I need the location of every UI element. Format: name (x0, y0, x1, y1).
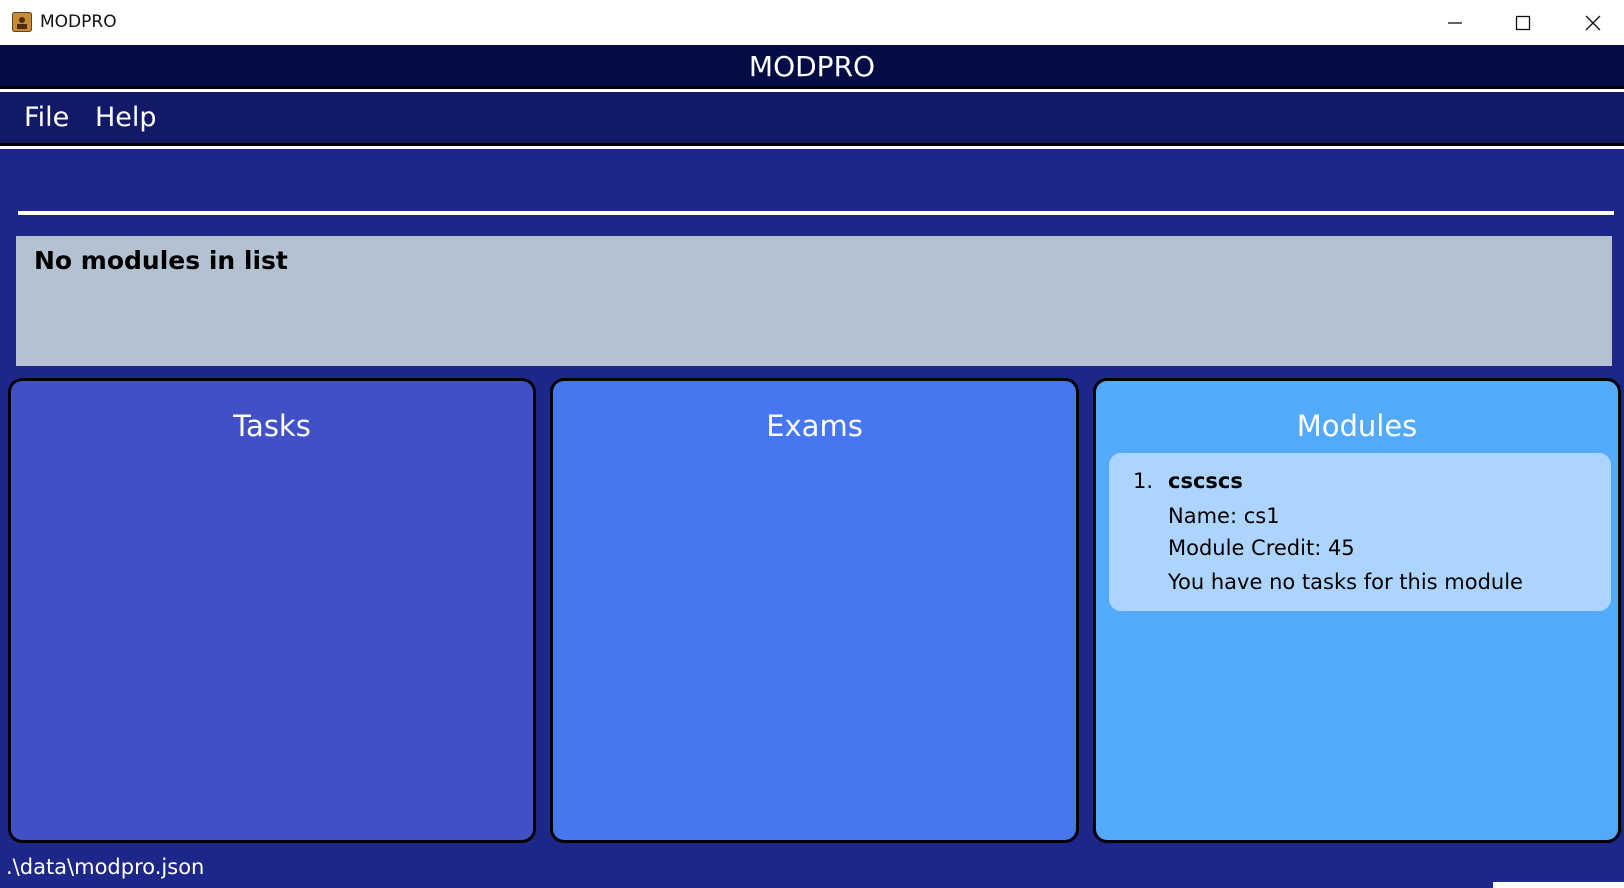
menu-bar: File Help (0, 92, 1624, 146)
close-button[interactable] (1558, 0, 1624, 45)
result-message: No modules in list (34, 246, 288, 275)
result-display: No modules in list (16, 236, 1612, 366)
window-title: MODPRO (40, 12, 117, 32)
command-input[interactable] (18, 211, 1614, 215)
exams-panel-title: Exams (766, 409, 863, 443)
title-bar[interactable]: MODPRO (0, 0, 1624, 45)
app-window: MODPRO MODPRO File Help No modules in li (0, 0, 1624, 888)
module-code: cscscs (1168, 469, 1243, 493)
tasks-panel: Tasks (8, 378, 536, 843)
minimize-button[interactable] (1420, 0, 1490, 45)
menu-help[interactable]: Help (95, 102, 157, 133)
module-credit: Module Credit: 45 (1168, 536, 1355, 560)
module-index: 1. (1133, 469, 1154, 493)
module-tasks-status: You have no tasks for this module (1168, 570, 1523, 594)
app-icon (12, 12, 32, 32)
module-card[interactable]: 1. cscscs Name: cs1 Module Credit: 45 Yo… (1109, 453, 1611, 611)
exams-panel: Exams (550, 378, 1079, 843)
maximize-button[interactable] (1488, 0, 1558, 45)
status-bar-corner (1493, 882, 1624, 888)
modules-panel-title: Modules (1296, 409, 1418, 443)
maximize-icon (1515, 15, 1531, 30)
module-name: Name: cs1 (1168, 504, 1280, 528)
tasks-panel-title: Tasks (233, 409, 311, 443)
menu-file[interactable]: File (24, 102, 69, 133)
status-bar-path: .\data\modpro.json (6, 855, 205, 879)
close-icon (1585, 15, 1601, 30)
app-header-title: MODPRO (0, 45, 1624, 89)
main-area: No modules in list Tasks Exams Modules 1… (0, 149, 1624, 888)
minimize-icon (1448, 21, 1462, 24)
modules-panel: Modules 1. cscscs Name: cs1 Module Credi… (1093, 378, 1621, 843)
